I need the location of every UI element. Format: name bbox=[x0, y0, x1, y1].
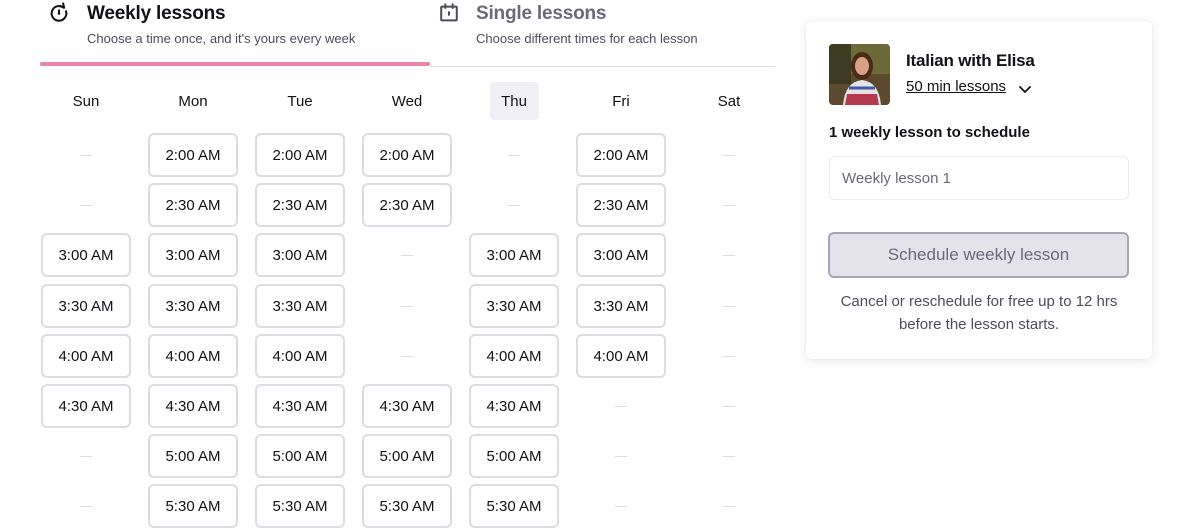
lesson-duration-dropdown[interactable]: 50 min lessons bbox=[906, 78, 1006, 95]
unavailable-slot bbox=[469, 183, 559, 227]
time-slot-button[interactable]: 4:00 AM bbox=[148, 334, 238, 378]
unavailable-slot bbox=[362, 284, 452, 328]
day-header-thu: Thu bbox=[489, 82, 539, 120]
unavailable-slot bbox=[576, 434, 666, 478]
time-slot-button[interactable]: 4:00 AM bbox=[576, 334, 666, 378]
recurring-icon bbox=[50, 2, 68, 22]
schedule-weekly-lesson-button[interactable]: Schedule weekly lesson bbox=[828, 232, 1129, 278]
day-header-tue: Tue bbox=[287, 92, 313, 110]
tab-weekly-lessons[interactable]: Weekly lessons Choose a time once, and i… bbox=[40, 0, 430, 67]
unavailable-slot bbox=[41, 434, 131, 478]
time-slot-button[interactable]: 3:00 AM bbox=[469, 233, 559, 277]
time-slot-button[interactable]: 4:00 AM bbox=[255, 334, 345, 378]
calendar-icon bbox=[440, 3, 458, 22]
schedule-count-label: 1 weekly lesson to schedule bbox=[829, 124, 1030, 141]
time-slot-button[interactable]: 2:30 AM bbox=[362, 183, 452, 227]
time-slot-button[interactable]: 4:30 AM bbox=[41, 384, 131, 428]
tab-subtitle: Choose different times for each lesson bbox=[476, 31, 698, 46]
unavailable-slot bbox=[362, 334, 452, 378]
time-slot-button[interactable]: 3:00 AM bbox=[255, 233, 345, 277]
time-slot-button[interactable]: 2:00 AM bbox=[576, 133, 666, 177]
time-slot-button[interactable]: 3:00 AM bbox=[148, 233, 238, 277]
time-slot-button[interactable]: 4:30 AM bbox=[255, 384, 345, 428]
unavailable-slot bbox=[684, 334, 774, 378]
time-slot-button[interactable]: 4:30 AM bbox=[362, 384, 452, 428]
time-slot-button[interactable]: 3:30 AM bbox=[148, 284, 238, 328]
time-slot-button[interactable]: 5:30 AM bbox=[255, 484, 345, 528]
unavailable-slot bbox=[41, 133, 131, 177]
time-slot-button[interactable]: 4:30 AM bbox=[148, 384, 238, 428]
time-slot-button[interactable]: 3:30 AM bbox=[576, 284, 666, 328]
unavailable-slot bbox=[684, 133, 774, 177]
day-header-sat: Sat bbox=[717, 92, 741, 110]
unavailable-slot bbox=[684, 434, 774, 478]
time-slot-button[interactable]: 4:00 AM bbox=[469, 334, 559, 378]
unavailable-slot bbox=[576, 484, 666, 528]
tab-subtitle: Choose a time once, and it's yours every… bbox=[87, 31, 356, 46]
unavailable-slot bbox=[41, 484, 131, 528]
day-header-sun: Sun bbox=[72, 92, 100, 110]
booking-card: Italian with Elisa 50 min lessons 1 week… bbox=[806, 21, 1152, 359]
day-header-wed: Wed bbox=[391, 92, 423, 110]
time-slot-button[interactable]: 5:30 AM bbox=[362, 484, 452, 528]
unavailable-slot bbox=[684, 484, 774, 528]
chevron-down-icon[interactable] bbox=[1017, 81, 1033, 97]
tab-title: Single lessons bbox=[476, 3, 607, 24]
cancellation-note: Cancel or reschedule for free up to 12 h… bbox=[840, 293, 1118, 333]
time-slot-button[interactable]: 5:30 AM bbox=[148, 484, 238, 528]
time-slot-button[interactable]: 4:30 AM bbox=[469, 384, 559, 428]
tutor-avatar bbox=[829, 44, 890, 105]
weekly-lesson-slot-field[interactable]: Weekly lesson 1 bbox=[829, 156, 1129, 200]
unavailable-slot bbox=[41, 183, 131, 227]
weekly-lesson-placeholder: Weekly lesson 1 bbox=[842, 169, 951, 187]
unavailable-slot bbox=[576, 384, 666, 428]
time-slot-button[interactable]: 2:30 AM bbox=[255, 183, 345, 227]
time-slot-button[interactable]: 5:00 AM bbox=[148, 434, 238, 478]
day-header-mon: Mon bbox=[178, 92, 208, 110]
time-slot-button[interactable]: 3:30 AM bbox=[41, 284, 131, 328]
time-slot-button[interactable]: 5:30 AM bbox=[469, 484, 559, 528]
time-slot-button[interactable]: 2:30 AM bbox=[148, 183, 238, 227]
time-slot-button[interactable]: 4:00 AM bbox=[41, 334, 131, 378]
unavailable-slot bbox=[684, 183, 774, 227]
unavailable-slot bbox=[684, 284, 774, 328]
unavailable-slot bbox=[684, 233, 774, 277]
unavailable-slot bbox=[469, 133, 559, 177]
time-slot-button[interactable]: 2:00 AM bbox=[362, 133, 452, 177]
tutor-name: Italian with Elisa bbox=[906, 51, 1035, 70]
time-slot-button[interactable]: 2:00 AM bbox=[148, 133, 238, 177]
time-slot-button[interactable]: 3:00 AM bbox=[41, 233, 131, 277]
time-slot-button[interactable]: 3:30 AM bbox=[469, 284, 559, 328]
day-header-fri: Fri bbox=[612, 92, 630, 110]
time-slot-button[interactable]: 3:30 AM bbox=[255, 284, 345, 328]
time-slot-button[interactable]: 2:00 AM bbox=[255, 133, 345, 177]
time-slot-button[interactable]: 2:30 AM bbox=[576, 183, 666, 227]
unavailable-slot bbox=[684, 384, 774, 428]
time-slot-button[interactable]: 5:00 AM bbox=[362, 434, 452, 478]
active-tab-indicator bbox=[40, 62, 430, 66]
tab-divider bbox=[430, 66, 775, 67]
time-slot-button[interactable]: 3:00 AM bbox=[576, 233, 666, 277]
time-slot-button[interactable]: 5:00 AM bbox=[469, 434, 559, 478]
tab-single-lessons[interactable]: Single lessons Choose different times fo… bbox=[430, 0, 775, 67]
time-slot-button[interactable]: 5:00 AM bbox=[255, 434, 345, 478]
tab-title: Weekly lessons bbox=[87, 3, 226, 24]
unavailable-slot bbox=[362, 233, 452, 277]
